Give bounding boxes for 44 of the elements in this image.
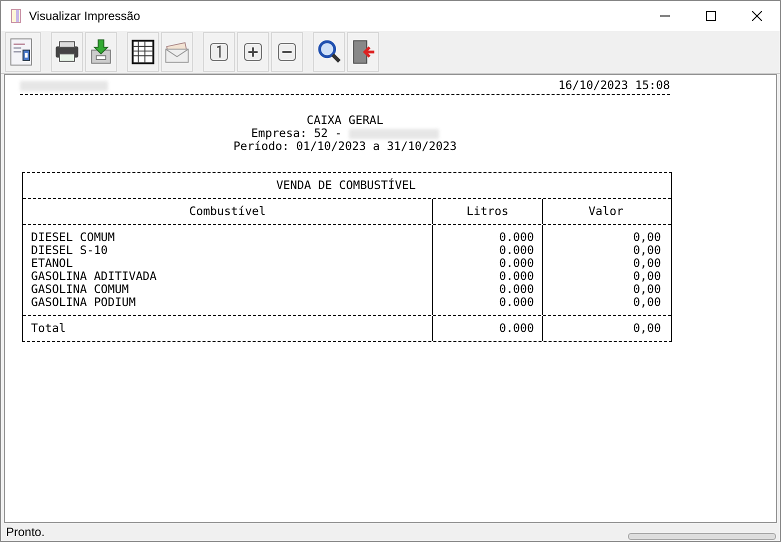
table-cell: 0,00: [633, 296, 661, 309]
column-header: Combustível: [189, 205, 266, 218]
table-cell-text: DIESEL COMUM: [31, 231, 116, 244]
table-cell: 0,00: [633, 270, 661, 283]
table-cell: 0.000: [499, 283, 534, 296]
report-period: Período: 01/10/2023 a 31/10/2023: [233, 140, 457, 153]
table-cell-text: GASOLINA PODIUM: [31, 296, 137, 309]
zoom-in-button[interactable]: [237, 32, 269, 72]
total-label: Total: [31, 322, 67, 335]
company-label: Empresa: 52 -: [251, 127, 342, 140]
exit-door-button[interactable]: [347, 32, 379, 72]
table-cell-text: DIESEL S-10: [31, 244, 109, 257]
table-cell: 0.000: [499, 257, 534, 270]
page-one-button[interactable]: [203, 32, 235, 72]
table-cell: 0.000: [499, 270, 534, 283]
scrollbar-thumb[interactable]: [628, 533, 776, 540]
table-cell-text: GASOLINA ADITIVADA: [31, 270, 158, 283]
close-icon: [752, 11, 762, 21]
report-title: CAIXA GERAL: [306, 114, 384, 127]
table-cell: 0.000: [499, 322, 534, 335]
column-header: Valor: [588, 205, 624, 218]
maximize-icon: [706, 11, 716, 21]
search-button[interactable]: [313, 32, 345, 72]
window-title: Visualizar Impressão: [29, 9, 142, 23]
table-cell: 0.000: [499, 296, 534, 309]
document-button[interactable]: [5, 32, 41, 72]
document-icon: [11, 9, 21, 23]
table-button[interactable]: [127, 32, 159, 72]
table-cell: 0,00: [633, 257, 661, 270]
table-cell: 0.000: [499, 244, 534, 257]
table-title: VENDA DE COMBUSTÍVEL: [275, 177, 417, 194]
zoom-out-button[interactable]: [271, 32, 303, 72]
column-header: Litros: [466, 205, 508, 218]
table-cell: 0,00: [633, 231, 661, 244]
printer-button[interactable]: [51, 32, 83, 72]
table-cell-text: GASOLINA COMUM: [31, 283, 130, 296]
report-datetime: 16/10/2023 15:08: [558, 79, 670, 92]
table-cell-text: ETANOL: [31, 257, 74, 270]
table-cell: 0,00: [633, 283, 661, 296]
download-button[interactable]: [85, 32, 117, 72]
status-text: Pronto.: [6, 525, 45, 539]
table-cell: 0,00: [633, 244, 661, 257]
table-cell: 0.000: [499, 231, 534, 244]
table-cell: 0,00: [633, 322, 661, 335]
